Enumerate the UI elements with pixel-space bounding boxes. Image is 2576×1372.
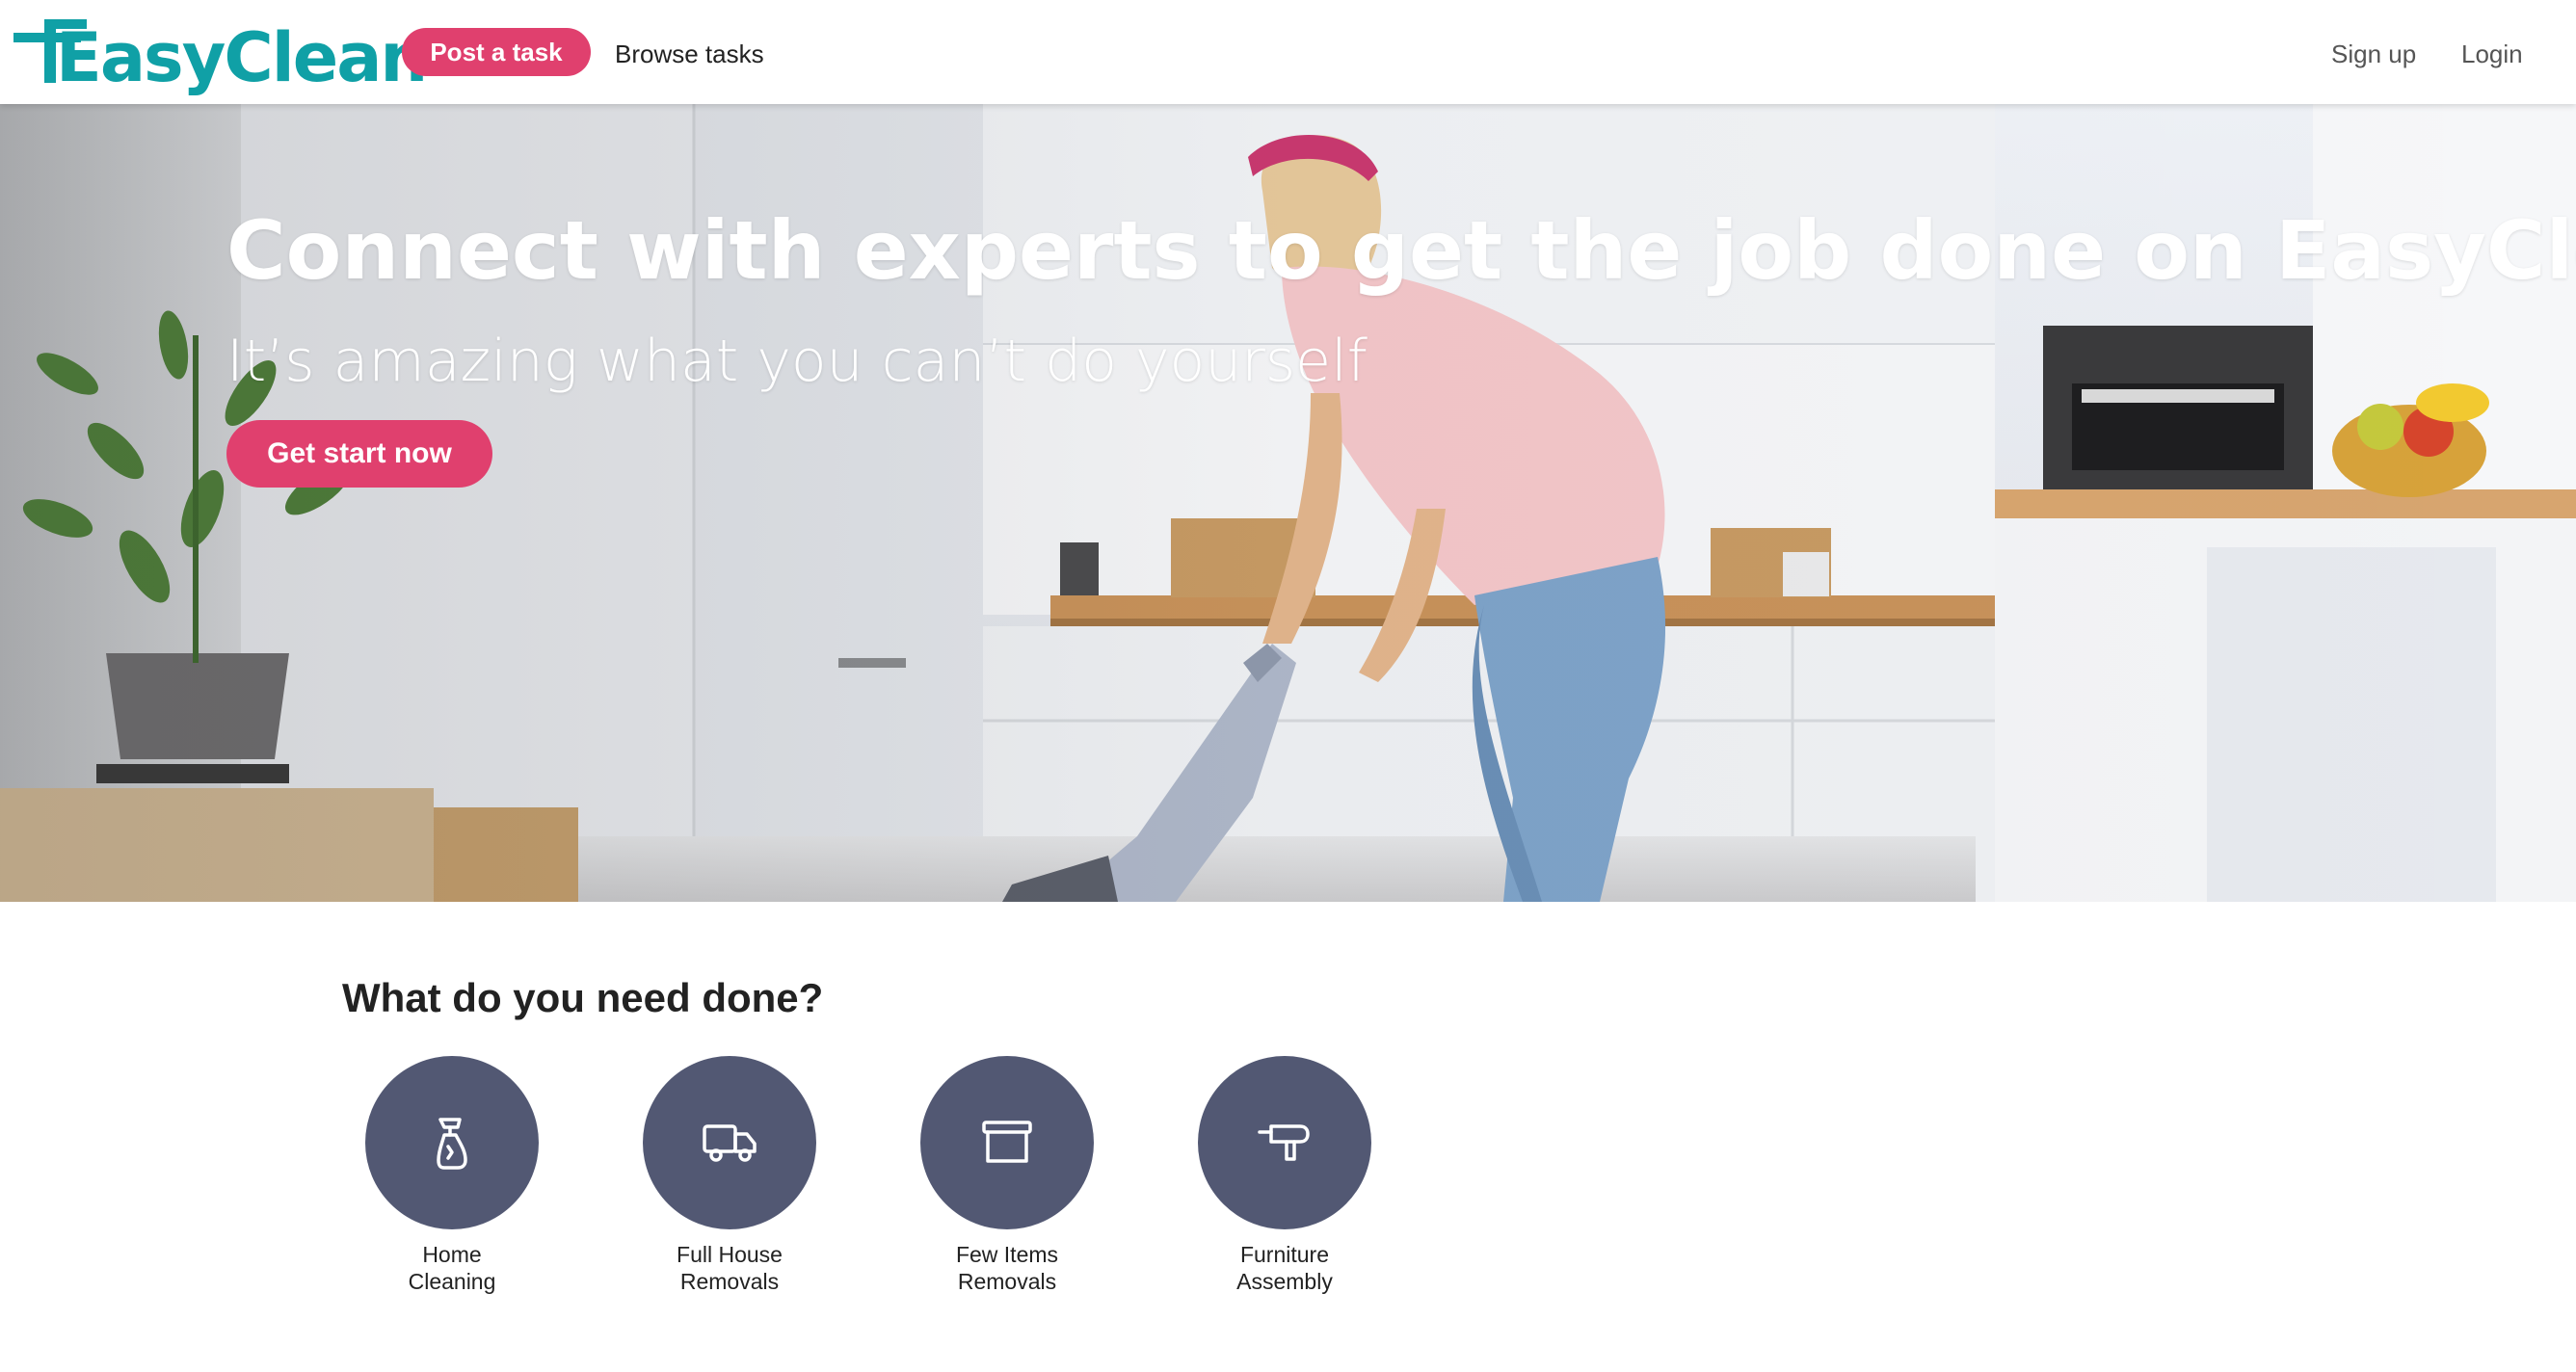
service-label-line2: Assembly: [1236, 1269, 1333, 1294]
service-label-line1: Few Items: [955, 1242, 1059, 1267]
drill-icon: [1258, 1124, 1310, 1161]
browse-tasks-link[interactable]: Browse tasks: [615, 37, 764, 71]
service-label-line1: Furniture: [1239, 1242, 1330, 1267]
box-icon: [982, 1121, 1032, 1163]
service-icon-circle[interactable]: [365, 1056, 539, 1229]
hero-subtitle: It’s amazing what you can’t do yourself: [226, 328, 1368, 395]
hero-banner: Connect with experts to get the job done…: [0, 104, 2576, 902]
service-label-line2: Removals: [957, 1269, 1057, 1294]
service-label: Furniture Assembly: [1198, 1241, 1371, 1295]
service-label: Full House Removals: [643, 1241, 816, 1295]
login-link[interactable]: Login: [2461, 37, 2523, 71]
service-full-house-removals[interactable]: Full House Removals: [643, 1056, 816, 1295]
service-icon-circle[interactable]: [643, 1056, 816, 1229]
service-label: Home Cleaning: [365, 1241, 539, 1295]
brand-name: EasyClean: [56, 18, 428, 97]
service-label-line2: Cleaning: [408, 1269, 496, 1294]
get-started-button[interactable]: Get start now: [226, 420, 492, 488]
sign-up-link[interactable]: Sign up: [2331, 37, 2416, 71]
service-label: Few Items Removals: [920, 1241, 1094, 1295]
top-navbar: EasyClean Post a task Browse tasks Sign …: [0, 0, 2576, 104]
service-furniture-assembly[interactable]: Furniture Assembly: [1198, 1056, 1371, 1295]
hero-title: Connect with experts to get the job done…: [226, 203, 2576, 298]
service-icon-circle[interactable]: [1198, 1056, 1371, 1229]
service-label-line2: Removals: [679, 1269, 780, 1294]
truck-icon: [703, 1124, 757, 1162]
service-home-cleaning[interactable]: Home Cleaning: [365, 1056, 539, 1295]
service-icon-circle[interactable]: [920, 1056, 1094, 1229]
service-few-items-removals[interactable]: Few Items Removals: [920, 1056, 1094, 1295]
post-task-button[interactable]: Post a task: [402, 28, 591, 76]
service-label-line1: Home: [422, 1242, 482, 1267]
brand-logo[interactable]: EasyClean: [13, 10, 428, 98]
services-heading: What do you need done?: [342, 975, 824, 1020]
service-label-line1: Full House: [677, 1242, 783, 1267]
spray-bottle-icon: [437, 1118, 467, 1170]
